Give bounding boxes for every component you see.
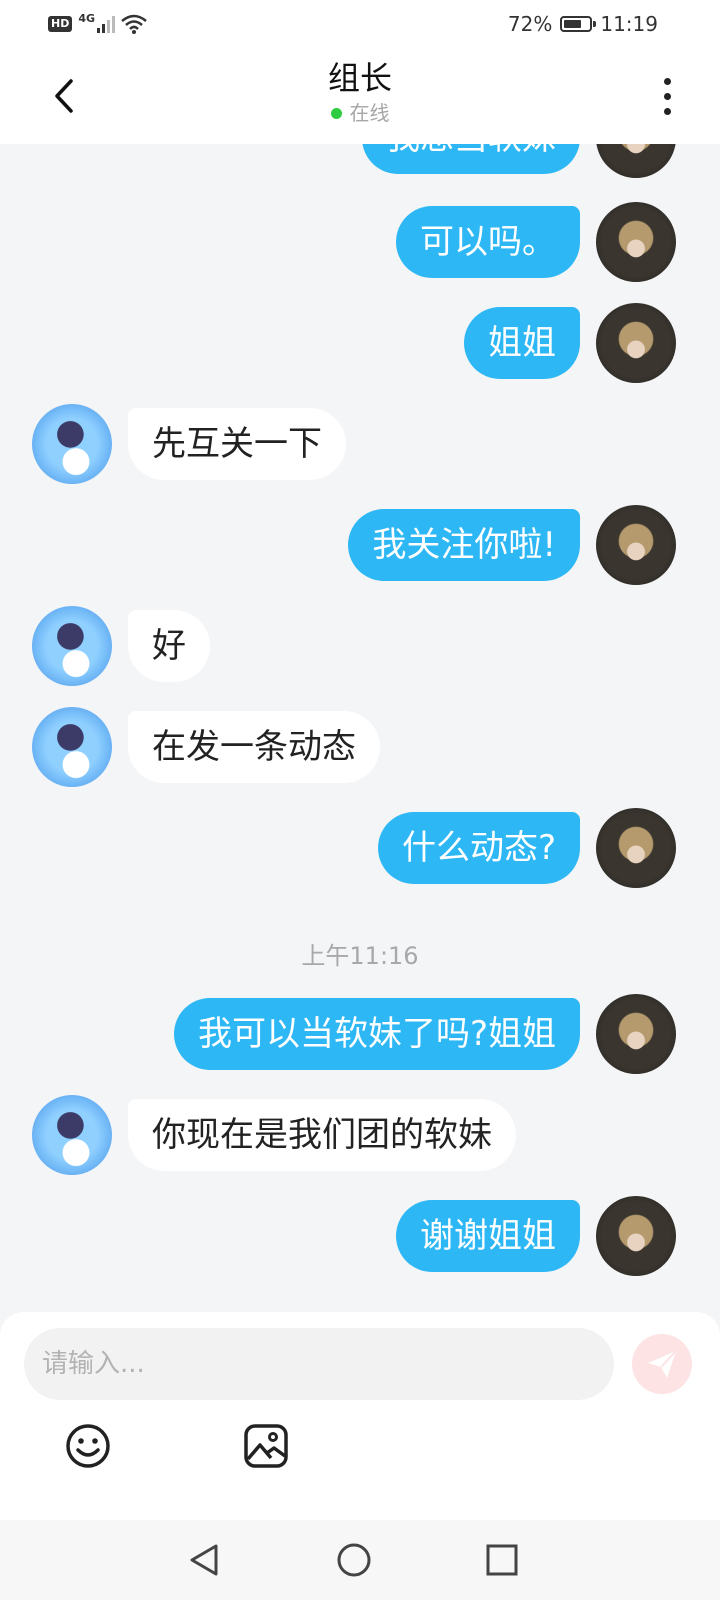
message-bubble[interactable]: 姐姐	[464, 307, 580, 379]
image-icon	[244, 1424, 288, 1468]
nav-recents-button[interactable]	[480, 1538, 524, 1582]
emoji-icon	[66, 1424, 110, 1468]
title-block: 组长 在线	[0, 56, 720, 126]
avatar-self[interactable]	[596, 1196, 676, 1276]
avatar-contact[interactable]	[32, 606, 112, 686]
chat-title: 组长	[327, 59, 392, 97]
message-bubble[interactable]: 我可以当软妹了吗?姐姐	[173, 998, 580, 1070]
online-status-label: 在线	[349, 101, 390, 125]
message-row: 好	[32, 606, 672, 686]
system-nav-bar	[0, 1520, 720, 1600]
nav-back-button[interactable]	[182, 1538, 226, 1582]
message-row: 你现在是我们团的软妹	[32, 1095, 672, 1175]
avatar-self[interactable]	[596, 303, 676, 383]
battery-icon	[560, 16, 597, 32]
circle-home-icon	[337, 1543, 371, 1577]
message-row: 先互关一下	[32, 404, 672, 484]
message-row: 在发一条动态	[32, 707, 672, 787]
send-icon	[648, 1350, 677, 1378]
message-row: 我关注你啦!	[36, 505, 676, 585]
triangle-back-icon	[190, 1544, 218, 1576]
image-button[interactable]	[240, 1420, 292, 1472]
message-bubble[interactable]: 谢谢姐姐	[396, 1200, 580, 1272]
message-bubble[interactable]: 我想当软妹	[362, 144, 580, 174]
signal-icon	[97, 15, 116, 33]
more-vertical-icon	[663, 77, 671, 85]
online-dot-icon	[330, 107, 342, 119]
online-status: 在线	[330, 100, 390, 126]
message-bubble[interactable]: 在发一条动态	[128, 711, 380, 783]
message-bubble[interactable]: 什么动态?	[377, 812, 580, 884]
avatar-self[interactable]	[596, 808, 676, 888]
message-bubble[interactable]: 可以吗。	[396, 206, 580, 278]
message-bubble[interactable]: 好	[128, 610, 210, 682]
avatar-self[interactable]	[596, 505, 676, 585]
avatar-contact[interactable]	[32, 404, 112, 484]
status-left: HD 4G	[48, 12, 147, 36]
network-type: 4G	[78, 11, 96, 25]
input-panel	[0, 1312, 720, 1520]
avatar-contact[interactable]	[32, 1095, 112, 1175]
message-row: 什么动态?	[36, 808, 676, 888]
message-row: 姐姐	[36, 303, 676, 383]
message-bubble[interactable]: 先互关一下	[128, 408, 346, 480]
avatar-self[interactable]	[596, 994, 676, 1074]
message-row: 我可以当软妹了吗?姐姐	[36, 994, 676, 1074]
message-row-partial: 我想当软妹	[36, 144, 676, 178]
message-row: 可以吗。	[36, 202, 676, 282]
wifi-icon	[121, 14, 147, 34]
square-recents-icon	[486, 1544, 518, 1576]
send-button[interactable]	[632, 1334, 692, 1394]
status-right: 72% 11:19	[508, 11, 658, 37]
emoji-button[interactable]	[62, 1420, 114, 1472]
message-row: 谢谢姐姐	[36, 1196, 676, 1276]
message-timestamp: 上午11:16	[301, 942, 419, 970]
avatar-self[interactable]	[596, 202, 676, 282]
hd-badge: HD	[48, 16, 73, 32]
avatar-contact[interactable]	[32, 707, 112, 787]
message-bubble[interactable]: 你现在是我们团的软妹	[128, 1099, 516, 1171]
chat-header: 组长 在线	[0, 48, 720, 144]
nav-home-button[interactable]	[332, 1538, 376, 1582]
status-bar: HD 4G 72% 11:19	[0, 0, 720, 48]
message-list[interactable]: 我想当软妹 可以吗。 姐姐 先互关一下 我关注你啦! 好 在发一条动态 什么动态…	[0, 144, 720, 1312]
message-input[interactable]	[24, 1328, 614, 1400]
avatar-self[interactable]	[596, 144, 676, 178]
battery-fill	[564, 20, 582, 28]
more-options-button[interactable]	[652, 74, 682, 118]
clock: 11:19	[600, 12, 658, 36]
battery-percent: 72%	[507, 12, 553, 36]
message-bubble[interactable]: 我关注你啦!	[348, 509, 580, 581]
